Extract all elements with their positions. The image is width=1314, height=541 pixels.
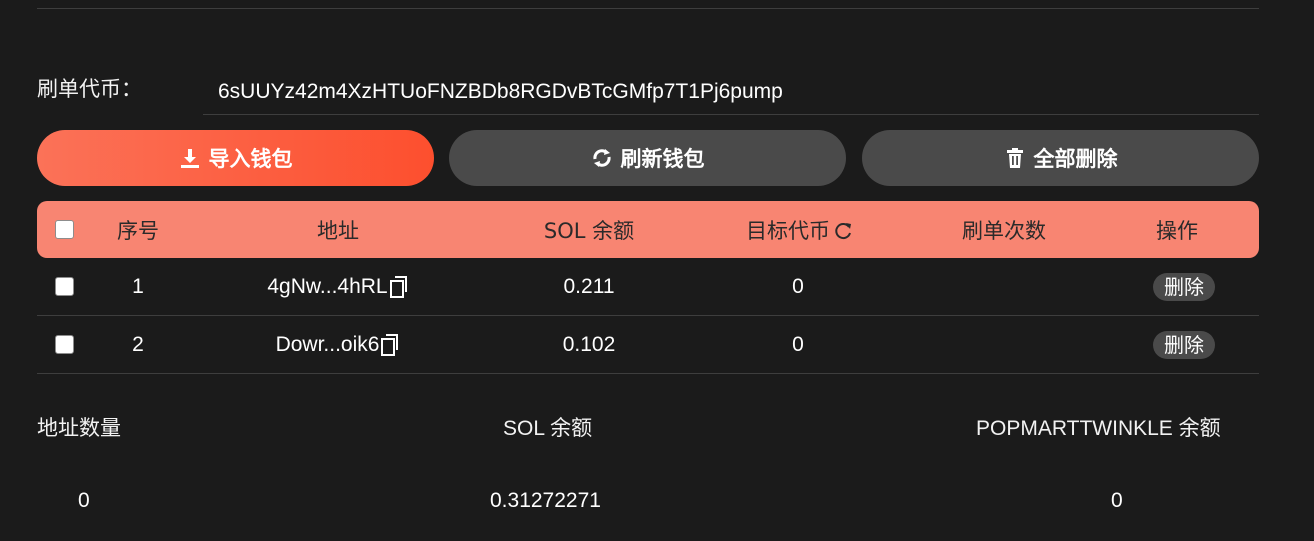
target-token-label: 目标代币 xyxy=(746,218,830,243)
reload-icon[interactable] xyxy=(832,219,854,241)
refresh-wallet-label: 刷新钱包 xyxy=(620,148,705,171)
column-header-target-token: 目标代币 xyxy=(720,201,880,258)
copy-icon[interactable] xyxy=(380,333,400,357)
trash-icon xyxy=(1004,147,1026,169)
summary-sol-balance-label: SOL 余额 xyxy=(503,417,593,440)
top-divider xyxy=(37,8,1259,9)
row-actions-cell: 删除 xyxy=(1127,258,1241,315)
row-index: 1 xyxy=(132,274,144,298)
row-checkbox[interactable] xyxy=(55,277,74,296)
row-select-cell xyxy=(54,316,75,373)
row-order-count xyxy=(929,316,1079,373)
row-target-token-balance: 0 xyxy=(792,332,804,356)
refresh-icon xyxy=(591,147,613,169)
column-header-sol-balance: SOL 余额 xyxy=(543,218,635,243)
token-label: 刷单代币： xyxy=(37,77,142,101)
summary-token-balance: 0 xyxy=(1111,489,1123,512)
table-row: 1 4gNw...4hRL 0.211 0 删除 xyxy=(37,258,1259,316)
table-row: 2 Dowr...oik6 0.102 0 删除 xyxy=(37,316,1259,374)
row-address: Dowr...oik6 xyxy=(275,332,380,356)
row-actions-cell: 删除 xyxy=(1127,316,1241,373)
token-row: 刷单代币： xyxy=(37,66,1259,116)
row-sol-balance: 0.102 xyxy=(562,332,616,356)
row-select-cell xyxy=(54,258,75,315)
row-address: 4gNw...4hRL xyxy=(267,274,388,298)
delete-row-button[interactable]: 删除 xyxy=(1153,330,1215,359)
row-address-cell: Dowr...oik6 xyxy=(238,316,438,373)
summary-sol-balance: 0.31272271 xyxy=(490,489,601,512)
column-header-address: 地址 xyxy=(317,218,359,243)
row-checkbox[interactable] xyxy=(55,335,74,354)
column-header-order-count: 刷单次数 xyxy=(962,218,1046,243)
select-all-checkbox[interactable] xyxy=(55,220,74,239)
copy-icon[interactable] xyxy=(389,275,409,299)
row-index: 2 xyxy=(132,332,144,356)
row-sol-balance: 0.211 xyxy=(563,274,615,298)
row-address-cell: 4gNw...4hRL xyxy=(238,258,438,315)
column-header-index: 序号 xyxy=(117,218,159,243)
refresh-wallet-button[interactable]: 刷新钱包 xyxy=(449,130,846,186)
token-address-input[interactable] xyxy=(203,66,1259,115)
import-wallet-label: 导入钱包 xyxy=(208,148,293,171)
summary-address-count: 0 xyxy=(78,489,90,512)
delete-all-label: 全部删除 xyxy=(1033,148,1118,171)
summary-token-balance-label: POPMARTTWINKLE 余额 xyxy=(976,417,1221,440)
table-header: 序号 地址 SOL 余额 目标代币 刷单次数 操作 xyxy=(37,201,1259,258)
download-icon xyxy=(179,147,201,169)
row-target-token-balance: 0 xyxy=(792,274,804,298)
row-order-count xyxy=(929,258,1079,315)
summary-address-count-label: 地址数量 xyxy=(37,417,121,440)
import-wallet-button[interactable]: 导入钱包 xyxy=(37,130,434,186)
select-all-cell xyxy=(54,201,75,258)
delete-all-button[interactable]: 全部删除 xyxy=(862,130,1259,186)
column-header-actions: 操作 xyxy=(1156,218,1198,243)
delete-row-button[interactable]: 删除 xyxy=(1153,272,1215,301)
